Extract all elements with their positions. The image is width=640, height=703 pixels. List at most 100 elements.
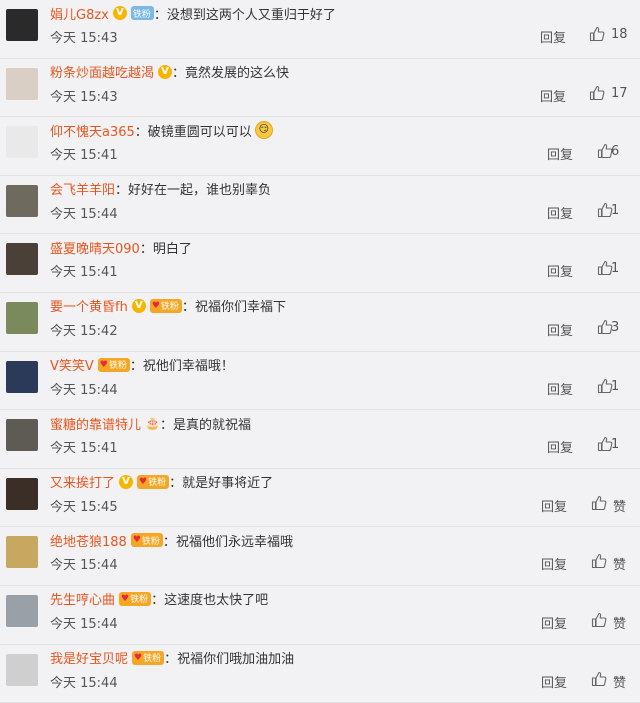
thumbs-up-icon[interactable]: [589, 26, 605, 42]
avatar[interactable]: [6, 301, 38, 334]
username-link[interactable]: V笑笑V: [50, 355, 94, 374]
like-count[interactable]: 1: [611, 203, 619, 218]
reply-button[interactable]: 回复: [547, 320, 573, 339]
like-count[interactable]: 3: [611, 320, 619, 335]
comment-text: 祝福你们哦加油加油: [177, 652, 295, 668]
heart-icon: ♥: [121, 593, 130, 604]
username-link[interactable]: 要一个黄昏fh: [50, 296, 128, 315]
reply-button[interactable]: 回复: [540, 86, 566, 105]
reply-button[interactable]: 回复: [547, 203, 573, 222]
username-link[interactable]: 娟儿G8zx: [50, 4, 109, 23]
fan-badge-label: 铁粉: [132, 9, 151, 20]
reply-button[interactable]: 回复: [541, 672, 567, 691]
avatar[interactable]: [6, 184, 38, 217]
comment-list: 娟儿G8zx V 铁粉 ： 没想到这两个人又重归于好了 今天 15:43 回复 1…: [0, 0, 640, 703]
comment-text: 好好在一起，谁也别辜负: [128, 183, 272, 199]
thumbs-up-icon[interactable]: [591, 495, 607, 511]
username-link[interactable]: 绝地苍狼188: [50, 531, 127, 550]
colon: ：: [151, 593, 165, 609]
fan-badge-label: 铁粉: [160, 302, 179, 313]
timestamp: 今天 15:44: [50, 558, 118, 574]
fan-badge: ♥ 铁粉: [130, 533, 163, 548]
reply-button[interactable]: 回复: [547, 261, 573, 280]
timestamp: 今天 15:41: [50, 441, 118, 457]
avatar[interactable]: [6, 67, 38, 100]
colon: ：: [115, 183, 129, 199]
colon: ：: [134, 124, 148, 140]
like-count[interactable]: 1: [611, 437, 619, 452]
timestamp: 今天 15:44: [50, 382, 118, 398]
timestamp: 今天 15:44: [50, 675, 118, 691]
comment-item: 又来挨打了 V ♥ 铁粉 ： 就是好事将近了 今天 15:45 回复 赞: [0, 469, 640, 528]
comment-text: 祝福他们永远幸福哦: [175, 534, 293, 550]
comment-item: 粉条炒面越吃越渴 V ： 竟然发展的这么快 今天 15:43 回复 17: [0, 59, 640, 118]
avatar[interactable]: [6, 243, 38, 276]
comment-text: 没想到这两个人又重归于好了: [166, 7, 336, 23]
fan-badge: ♥ 铁粉: [119, 591, 152, 606]
heart-icon: ♥: [134, 652, 143, 663]
fan-badge-label: 铁粉: [141, 536, 160, 547]
reply-button[interactable]: 回复: [540, 27, 566, 46]
reply-button[interactable]: 回复: [541, 613, 567, 632]
verified-icon: V: [112, 6, 127, 20]
like-count[interactable]: 18: [611, 27, 628, 42]
timestamp: 今天 15:41: [50, 148, 118, 164]
thumbs-up-icon[interactable]: [591, 671, 607, 687]
username-link[interactable]: 先生哼心曲: [50, 589, 115, 608]
avatar[interactable]: [6, 594, 38, 627]
like-count[interactable]: 6: [611, 144, 619, 159]
comment-item: 仰不愧天a365 ： 破镜重圆可以可以 😏 今天 15:41 回复 6: [0, 117, 640, 176]
comment-text: 破镜重圆可以可以: [147, 124, 252, 140]
verified-icon: V: [131, 298, 146, 313]
like-count[interactable]: 赞: [613, 613, 626, 632]
username-link[interactable]: 会飞羊羊阳: [50, 179, 115, 198]
comment-item: 先生哼心曲 ♥ 铁粉 ： 这速度也太快了吧 今天 15:44 回复 赞: [0, 586, 640, 645]
like-count[interactable]: 17: [611, 86, 628, 101]
username-link[interactable]: 又来挨打了: [50, 472, 115, 491]
heart-icon: ♥: [139, 476, 148, 487]
comment-text: 竟然发展的这么快: [185, 66, 290, 82]
timestamp: 今天 15:45: [50, 499, 118, 515]
fan-badge-label: 铁粉: [143, 654, 162, 665]
verified-icon: V: [119, 474, 134, 489]
avatar[interactable]: [6, 9, 38, 41]
comment-text: 这速度也太快了吧: [164, 593, 269, 609]
reply-button[interactable]: 回复: [547, 437, 573, 456]
comment-item: 蜜糖的靠谱特儿 🎂 ： 是真的就祝福 今天 15:41 回复 1: [0, 410, 640, 469]
reply-button[interactable]: 回复: [541, 496, 567, 515]
username-link[interactable]: 蜜糖的靠谱特儿: [50, 414, 141, 433]
colon: ：: [153, 7, 167, 23]
like-count[interactable]: 1: [611, 261, 619, 276]
fan-badge: ♥ 铁粉: [149, 298, 182, 313]
like-count[interactable]: 1: [611, 379, 619, 394]
heart-icon: ♥: [151, 300, 160, 311]
fan-badge-label: 铁粉: [148, 478, 167, 489]
thumbs-up-icon[interactable]: [591, 553, 607, 569]
avatar[interactable]: [6, 477, 38, 510]
username-link[interactable]: 盛夏晚晴天090: [50, 238, 140, 257]
thumbs-up-icon[interactable]: [591, 612, 607, 628]
colon: ：: [129, 359, 143, 375]
username-link[interactable]: 仰不愧天a365: [50, 121, 135, 140]
username-link[interactable]: 我是好宝贝呢: [50, 648, 128, 667]
avatar[interactable]: [6, 126, 38, 159]
colon: ：: [159, 417, 173, 433]
like-count[interactable]: 赞: [613, 554, 626, 573]
reply-button[interactable]: 回复: [541, 554, 567, 573]
like-count[interactable]: 赞: [613, 672, 626, 691]
username-link[interactable]: 粉条炒面越吃越渴: [50, 62, 154, 81]
fan-badge: ♥ 铁粉: [132, 650, 165, 665]
reply-button[interactable]: 回复: [547, 144, 573, 163]
timestamp: 今天 15:43: [50, 31, 118, 46]
thumbs-up-icon[interactable]: [589, 85, 605, 101]
reply-button[interactable]: 回复: [547, 379, 573, 398]
timestamp: 今天 15:43: [50, 89, 118, 105]
comment-item: 要一个黄昏fh V ♥ 铁粉 ： 祝福你们幸福下 今天 15:42 回复 3: [0, 293, 640, 352]
comment-item: 娟儿G8zx V 铁粉 ： 没想到这两个人又重归于好了 今天 15:43 回复 1…: [0, 0, 640, 59]
avatar[interactable]: [6, 536, 38, 569]
avatar[interactable]: [6, 419, 38, 452]
timestamp: 今天 15:44: [50, 206, 118, 222]
like-count[interactable]: 赞: [613, 496, 626, 515]
comment-text: 就是好事将近了: [182, 476, 274, 492]
avatar[interactable]: [6, 360, 38, 393]
